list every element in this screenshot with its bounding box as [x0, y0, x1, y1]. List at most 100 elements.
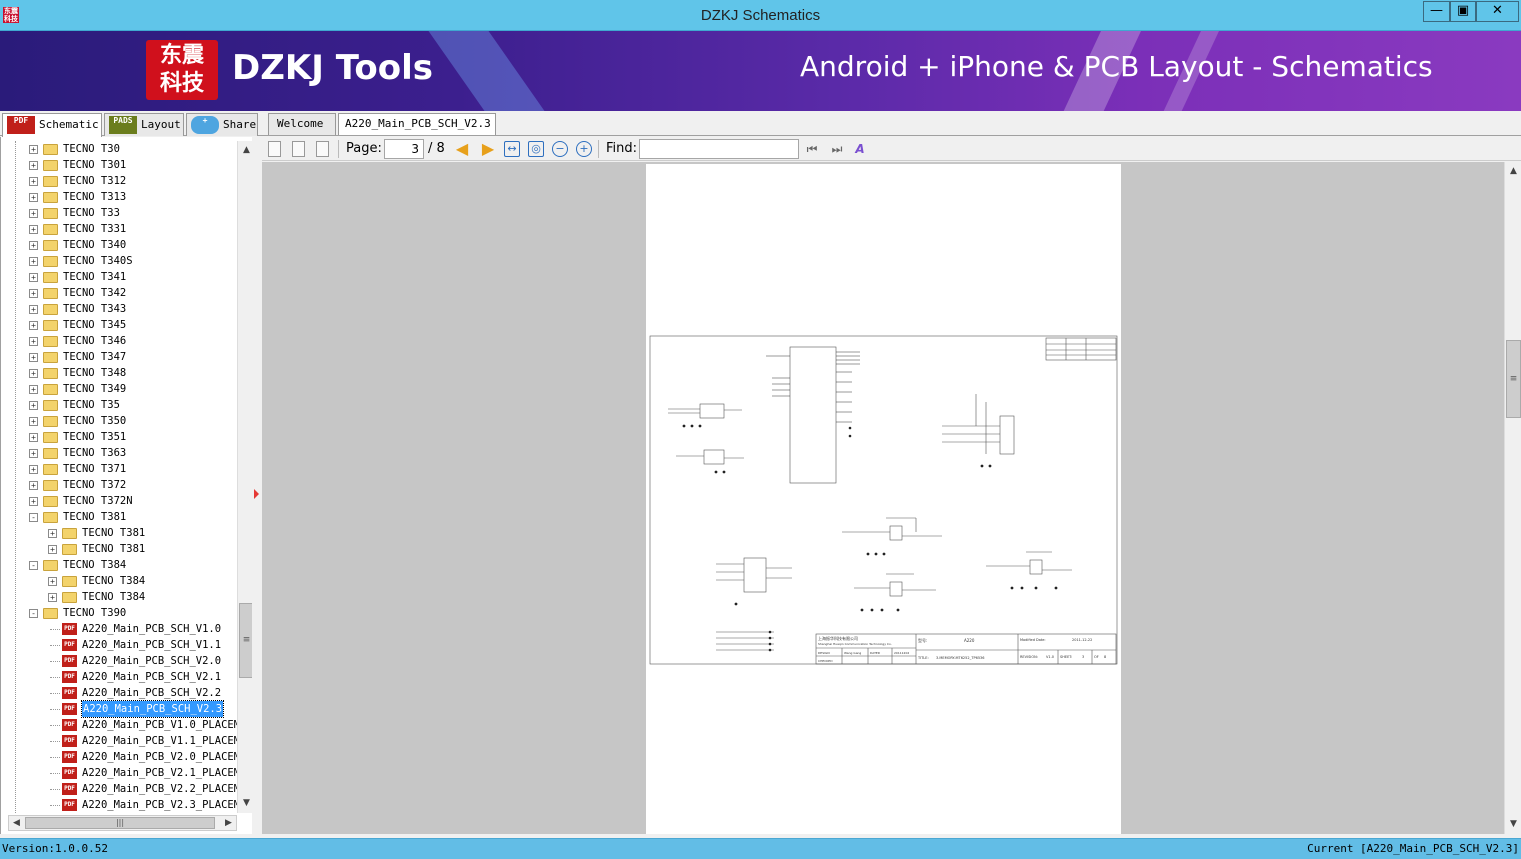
- collapse-arrow-icon[interactable]: [254, 489, 259, 499]
- expand-icon[interactable]: +: [29, 417, 38, 426]
- tree-item-pdf[interactable]: PDF A220_Main_PCB_V2.3_PLACEME: [1, 797, 237, 813]
- tree-item-folder[interactable]: + TECNO T342: [1, 285, 237, 301]
- expand-icon[interactable]: +: [29, 161, 38, 170]
- panel-splitter[interactable]: [252, 137, 262, 834]
- viewer-vertical-scrollbar[interactable]: ▲ ≡ ▼: [1504, 162, 1521, 834]
- tree-item-pdf[interactable]: PDF A220_Main_PCB_V1.1_PLACEME: [1, 733, 237, 749]
- tree-item-folder[interactable]: + TECNO T331: [1, 221, 237, 237]
- tree-item-folder[interactable]: + TECNO T343: [1, 301, 237, 317]
- expand-icon[interactable]: +: [29, 337, 38, 346]
- collapse-icon[interactable]: -: [29, 609, 38, 618]
- tab-welcome[interactable]: Welcome: [268, 113, 336, 135]
- expand-icon[interactable]: +: [29, 449, 38, 458]
- tree-item-folder[interactable]: + TECNO T340: [1, 237, 237, 253]
- document-viewer[interactable]: 上海振华科技有限公司 Shanghai Huaqin Communication…: [262, 162, 1504, 834]
- fit-width-button[interactable]: ↔: [504, 141, 520, 157]
- next-page-button[interactable]: ▶: [480, 141, 496, 157]
- minimize-button[interactable]: —: [1423, 1, 1450, 22]
- tree-item-folder[interactable]: + TECNO T346: [1, 333, 237, 349]
- tree-item-pdf[interactable]: PDF A220_Main_PCB_SCH_V2.1: [1, 669, 237, 685]
- expand-icon[interactable]: +: [29, 353, 38, 362]
- tree-item-pdf[interactable]: PDF A220_Main_PCB_V2.0_PLACEME: [1, 749, 237, 765]
- tree-item-folder[interactable]: - TECNO T390: [1, 605, 237, 621]
- expand-icon[interactable]: +: [29, 433, 38, 442]
- expand-icon[interactable]: +: [29, 177, 38, 186]
- tree-item-folder[interactable]: + TECNO T313: [1, 189, 237, 205]
- tree-item-folder[interactable]: + TECNO T33: [1, 205, 237, 221]
- expand-icon[interactable]: +: [29, 289, 38, 298]
- expand-icon[interactable]: +: [29, 321, 38, 330]
- tab-document[interactable]: A220_Main_PCB_SCH_V2.3 ✕: [338, 113, 496, 151]
- expand-icon[interactable]: +: [29, 225, 38, 234]
- close-window-button[interactable]: ✕: [1476, 1, 1519, 22]
- tree-item-pdf[interactable]: PDF A220_Main_PCB_SCH_V1.1: [1, 637, 237, 653]
- expand-icon[interactable]: +: [29, 305, 38, 314]
- expand-icon[interactable]: +: [29, 209, 38, 218]
- expand-icon[interactable]: +: [48, 593, 57, 602]
- tree-item-folder[interactable]: + TECNO T347: [1, 349, 237, 365]
- expand-icon[interactable]: +: [29, 257, 38, 266]
- tree-item-folder[interactable]: + TECNO T301: [1, 157, 237, 173]
- tree-item-folder[interactable]: + TECNO T30: [1, 141, 237, 157]
- scroll-thumb[interactable]: |||: [25, 817, 215, 829]
- document-page[interactable]: 上海振华科技有限公司 Shanghai Huaqin Communication…: [646, 164, 1121, 834]
- scroll-up-icon[interactable]: ▲: [1506, 164, 1521, 179]
- tree-item-folder[interactable]: + TECNO T372: [1, 477, 237, 493]
- zoom-in-button[interactable]: +: [576, 141, 592, 157]
- expand-icon[interactable]: +: [29, 241, 38, 250]
- expand-icon[interactable]: +: [48, 545, 57, 554]
- expand-icon[interactable]: +: [29, 273, 38, 282]
- find-next-button[interactable]: ⏭: [829, 141, 845, 157]
- tree-item-pdf[interactable]: PDF A220_Main_PCB_V2.2_PLACEME: [1, 781, 237, 797]
- tab-layout[interactable]: PADS Layout: [104, 113, 184, 136]
- fit-page-button[interactable]: ◎: [528, 141, 544, 157]
- scroll-right-icon[interactable]: ▶: [221, 816, 236, 830]
- expand-icon[interactable]: +: [29, 481, 38, 490]
- scroll-left-icon[interactable]: ◀: [9, 816, 24, 830]
- tree-item-pdf[interactable]: PDF A220_Main_PCB_SCH_V2.3: [1, 700, 237, 718]
- scroll-thumb[interactable]: ≡: [1506, 340, 1521, 418]
- tab-share[interactable]: + Share: [186, 113, 258, 136]
- single-page-icon[interactable]: [268, 141, 281, 157]
- tree-item-pdf[interactable]: PDF A220_Main_PCB_SCH_V2.2: [1, 685, 237, 701]
- page-number-input[interactable]: 3: [384, 139, 424, 159]
- tree-item-folder[interactable]: + TECNO T341: [1, 269, 237, 285]
- tree-item-pdf[interactable]: PDF A220_Main_PCB_SCH_V1.0: [1, 621, 237, 637]
- find-previous-button[interactable]: ⏮: [804, 141, 820, 157]
- tree-item-pdf[interactable]: PDF A220_Main_PCB_SCH_V2.0: [1, 653, 237, 669]
- tree-item-folder[interactable]: + TECNO T371: [1, 461, 237, 477]
- tree-item-folder[interactable]: + TECNO T381: [1, 525, 237, 541]
- tree-item-folder[interactable]: + TECNO T372N: [1, 493, 237, 509]
- tree-item-folder[interactable]: + TECNO T345: [1, 317, 237, 333]
- tree-item-folder[interactable]: + TECNO T312: [1, 173, 237, 189]
- maximize-button[interactable]: ▣: [1450, 1, 1476, 22]
- collapse-icon[interactable]: -: [29, 513, 38, 522]
- tree-item-folder[interactable]: + TECNO T340S: [1, 253, 237, 269]
- previous-page-button[interactable]: ◀: [454, 141, 470, 157]
- tree-item-folder[interactable]: + TECNO T348: [1, 365, 237, 381]
- highlight-text-button[interactable]: A: [852, 141, 868, 157]
- scroll-down-icon[interactable]: ▼: [1506, 817, 1521, 832]
- expand-icon[interactable]: +: [29, 497, 38, 506]
- tree-item-folder[interactable]: + TECNO T381: [1, 541, 237, 557]
- zoom-out-button[interactable]: −: [552, 141, 568, 157]
- tree-item-folder[interactable]: - TECNO T384: [1, 557, 237, 573]
- expand-icon[interactable]: +: [29, 145, 38, 154]
- facing-pages-icon[interactable]: [316, 141, 329, 157]
- expand-icon[interactable]: +: [29, 369, 38, 378]
- tree-item-folder[interactable]: + TECNO T363: [1, 445, 237, 461]
- expand-icon[interactable]: +: [48, 577, 57, 586]
- expand-icon[interactable]: +: [29, 193, 38, 202]
- expand-icon[interactable]: +: [29, 465, 38, 474]
- expand-icon[interactable]: +: [29, 401, 38, 410]
- tree-item-folder[interactable]: + TECNO T384: [1, 573, 237, 589]
- tree-item-folder[interactable]: + TECNO T351: [1, 429, 237, 445]
- collapse-icon[interactable]: -: [29, 561, 38, 570]
- tree-item-folder[interactable]: - TECNO T381: [1, 509, 237, 525]
- tree-horizontal-scrollbar[interactable]: ◀ ||| ▶: [8, 815, 237, 831]
- tree-item-folder[interactable]: + TECNO T350: [1, 413, 237, 429]
- tree-item-folder[interactable]: + TECNO T35: [1, 397, 237, 413]
- tree-item-folder[interactable]: + TECNO T349: [1, 381, 237, 397]
- tree-item-pdf[interactable]: PDF A220_Main_PCB_V2.1_PLACEME: [1, 765, 237, 781]
- continuous-page-icon[interactable]: [292, 141, 305, 157]
